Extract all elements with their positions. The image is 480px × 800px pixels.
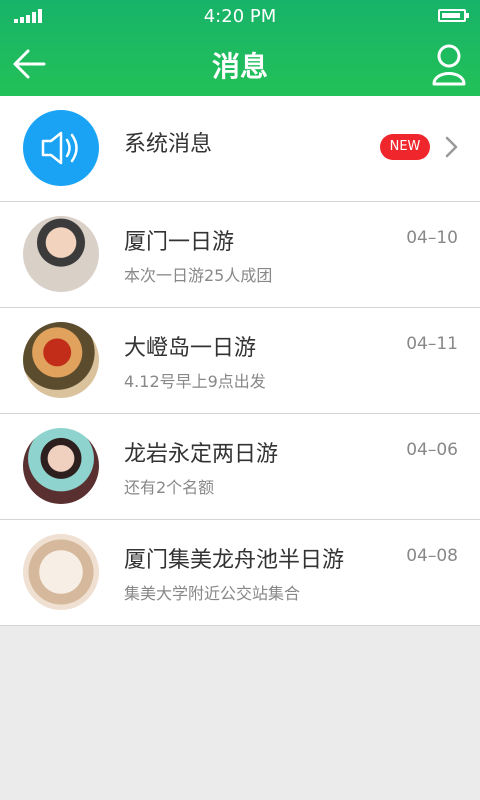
app-header: 4:20 PM 消息 — [0, 0, 480, 96]
back-arrow-icon[interactable] — [10, 42, 54, 86]
message-preview: 本次一日游25人成团 — [124, 266, 273, 285]
status-time: 4:20 PM — [203, 6, 277, 27]
system-avatar — [23, 110, 99, 186]
user-icon[interactable] — [428, 40, 470, 88]
list-item[interactable]: 龙岩永定两日游 还有2个名额 04–06 — [0, 414, 480, 520]
message-preview: 4.12号早上9点出发 — [124, 372, 266, 391]
message-date: 04–10 — [406, 228, 458, 248]
message-title: 龙岩永定两日游 — [124, 442, 279, 467]
list-item[interactable]: 厦门集美龙舟池半日游 集美大学附近公交站集合 04–08 — [0, 520, 480, 626]
avatar — [23, 216, 99, 292]
avatar — [23, 322, 99, 398]
message-date: 04–08 — [406, 546, 458, 566]
message-title: 厦门集美龙舟池半日游 — [124, 548, 345, 573]
status-bar: 4:20 PM — [0, 0, 480, 32]
page-title: 消息 — [211, 50, 268, 83]
message-title: 大嶝岛一日游 — [124, 336, 257, 361]
list-item[interactable]: 大嶝岛一日游 4.12号早上9点出发 04–11 — [0, 308, 480, 414]
system-message-row[interactable]: 系统消息 NEW — [0, 96, 480, 202]
list-item[interactable]: 厦门一日游 本次一日游25人成团 04–10 — [0, 202, 480, 308]
message-date: 04–06 — [406, 440, 458, 460]
message-title: 厦门一日游 — [124, 230, 235, 255]
speaker-icon — [41, 131, 78, 165]
message-date: 04–11 — [406, 334, 458, 354]
message-preview: 还有2个名额 — [124, 478, 215, 497]
message-preview: 集美大学附近公交站集合 — [124, 584, 301, 603]
avatar — [23, 534, 99, 610]
system-message-title: 系统消息 — [124, 132, 213, 157]
message-list: 系统消息 NEW 厦门一日游 本次一日游25人成团 04–10 大嶝岛一日游 4… — [0, 96, 480, 626]
new-badge: NEW — [380, 134, 430, 160]
chevron-right-icon — [445, 136, 458, 158]
avatar — [23, 428, 99, 504]
nav-bar: 消息 — [0, 32, 480, 96]
battery-icon — [438, 9, 469, 22]
